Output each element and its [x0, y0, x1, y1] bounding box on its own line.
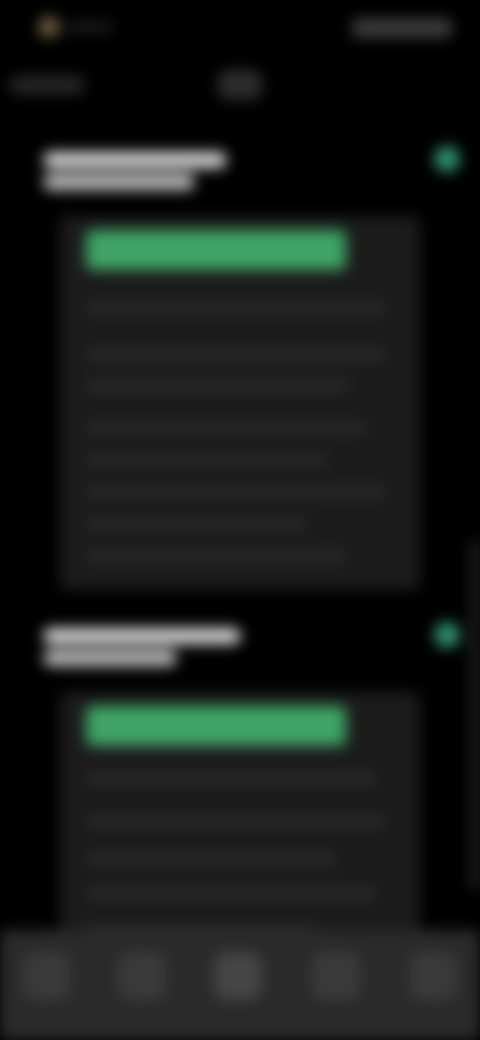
side-sheet-handle[interactable]	[470, 540, 480, 890]
bottom-navigation	[0, 930, 480, 1040]
post-text-line	[86, 302, 386, 314]
post-text-line	[86, 550, 346, 562]
top-bar	[0, 56, 480, 120]
status-text	[66, 22, 114, 32]
post-banner	[86, 230, 346, 270]
post-text-line	[86, 348, 386, 360]
search-icon[interactable]	[118, 952, 166, 1000]
home-icon[interactable]	[22, 952, 70, 1000]
top-bar-left-control[interactable]	[10, 76, 84, 94]
post-text-line	[86, 772, 376, 784]
more-icon[interactable]	[434, 622, 460, 648]
top-bar-logo[interactable]	[218, 70, 262, 100]
app-screen	[0, 0, 480, 1040]
post-banner	[86, 706, 346, 746]
post-card[interactable]	[0, 130, 480, 590]
post-text-line	[86, 454, 326, 466]
post-text-line	[86, 518, 306, 530]
post-text-line	[86, 888, 376, 900]
status-indicators	[352, 18, 452, 38]
post-preview[interactable]	[60, 692, 420, 936]
create-icon[interactable]	[214, 952, 262, 1000]
activity-icon[interactable]	[312, 952, 360, 1000]
post-preview[interactable]	[60, 216, 420, 590]
post-text-line	[86, 486, 386, 498]
post-title[interactable]	[36, 140, 246, 196]
post-title-line	[44, 174, 194, 190]
post-title-line	[44, 628, 240, 644]
profile-icon[interactable]	[410, 952, 458, 1000]
notification-dot-icon	[38, 16, 60, 38]
post-text-line	[86, 422, 366, 434]
post-title-line	[44, 152, 226, 168]
more-icon[interactable]	[434, 146, 460, 172]
post-card[interactable]	[0, 606, 480, 936]
status-bar	[0, 0, 480, 56]
post-text-line	[86, 816, 386, 828]
post-text-line	[86, 852, 336, 864]
post-title[interactable]	[36, 616, 246, 672]
post-text-line	[86, 380, 348, 392]
post-title-line	[44, 650, 176, 666]
